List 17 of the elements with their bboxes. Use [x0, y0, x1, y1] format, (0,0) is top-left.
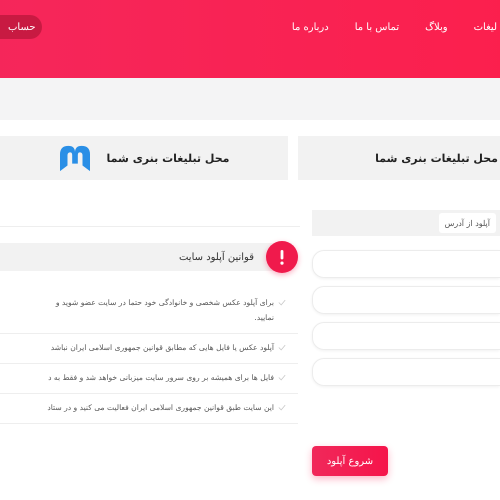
ad-banner[interactable]: محل تبلیغات بنری شما	[298, 136, 500, 180]
nav-link[interactable]: درباره ما	[292, 22, 329, 32]
ad-banner[interactable]: محل تبلیغات بنری شما	[0, 136, 288, 180]
upload-button[interactable]: شروع آپلود	[312, 446, 388, 476]
check-icon	[278, 299, 286, 306]
check-icon	[278, 374, 286, 381]
check-icon	[278, 404, 286, 411]
nav-link[interactable]: وبلاگ	[425, 22, 448, 32]
check-icon	[278, 344, 286, 351]
alert-icon	[266, 241, 298, 273]
nav-link[interactable]: تماس با ما	[354, 22, 400, 32]
banner-text: محل تبلیغات بنری شما	[106, 152, 230, 164]
tab[interactable]: آپلود از آدرس	[438, 213, 496, 233]
account-button[interactable]: حساب	[0, 15, 42, 39]
rules-title: قوانین آپلود سایت	[178, 252, 254, 262]
banner-text: محل تبلیغات بنری شما	[375, 152, 498, 164]
nav-link[interactable]: لیغات	[474, 22, 497, 32]
